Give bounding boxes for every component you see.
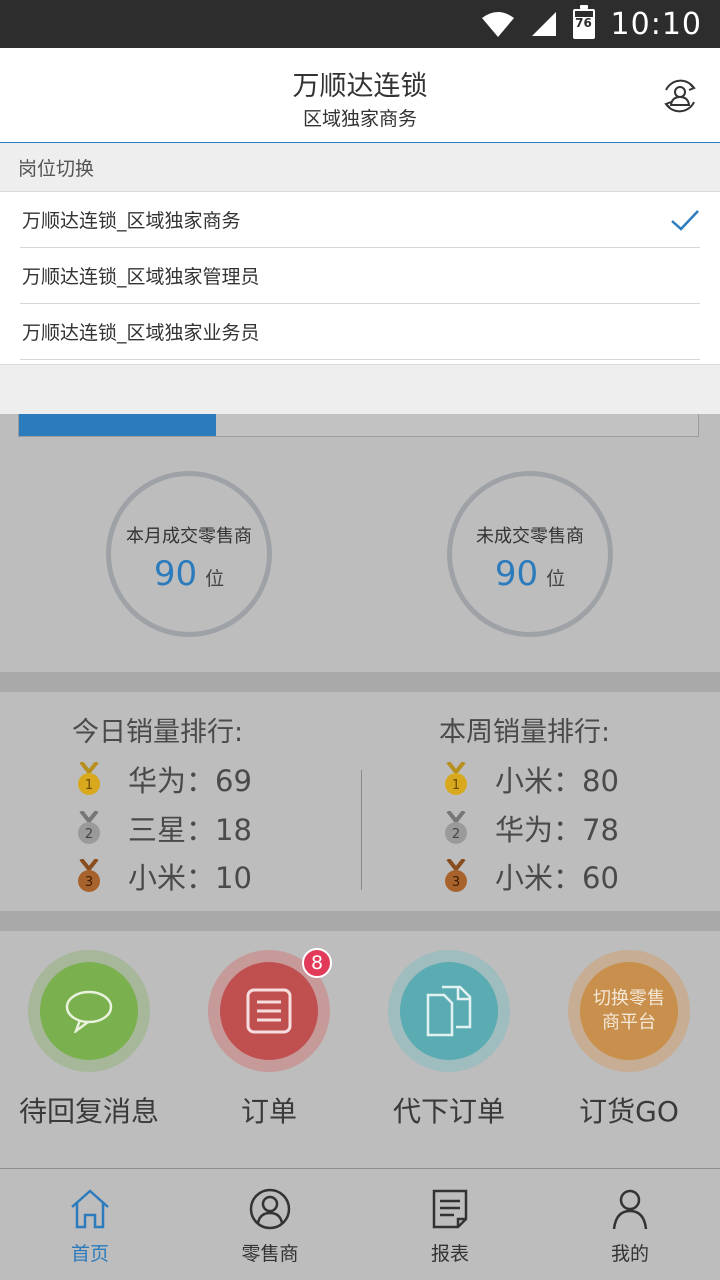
medal-number: 3	[452, 875, 460, 890]
week-ranking: 本周销量排行: 1 小米：80 2 华为：78 3 小米：60	[439, 710, 699, 900]
user-icon	[612, 1189, 648, 1230]
stat-unit: 位	[205, 568, 225, 590]
role-option-label: 万顺达连锁_区域独家管理员	[22, 266, 260, 288]
month-deal-stat[interactable]: 本月成交零售商 90 位	[106, 471, 272, 637]
button-core: 切换零售 商平台	[580, 962, 678, 1060]
role-option-label: 万顺达连锁_区域独家业务员	[22, 322, 260, 344]
core-line: 商平台	[602, 1012, 656, 1033]
role-switch-title: 岗位切换	[0, 143, 720, 192]
ranking-row: 3 小米：60	[443, 855, 619, 897]
gold-medal-icon: 1	[78, 762, 100, 795]
no-deal-stat[interactable]: 未成交零售商 90 位	[447, 471, 613, 637]
bronze-medal-icon: 3	[78, 859, 100, 892]
wifi-icon	[481, 12, 514, 37]
ranking-text: 小米：10	[128, 861, 252, 895]
bottom-nav: 首页 零售商 报表 我的	[0, 1168, 720, 1280]
role-option-business[interactable]: 万顺达连锁_区域独家商务	[20, 192, 700, 248]
switch-user-icon[interactable]	[660, 76, 700, 116]
stat-label: 本月成交零售商	[126, 526, 252, 547]
progress-bar	[18, 414, 699, 437]
role-subtitle[interactable]: 区域独家商务	[0, 104, 720, 131]
section-divider	[0, 672, 720, 692]
nav-reports[interactable]: 报表	[360, 1169, 540, 1280]
switch-platform-text: 切换零售 商平台	[593, 987, 665, 1035]
button-halo: 切换零售 商平台	[568, 950, 690, 1072]
ranking-text: 三星：18	[128, 813, 252, 847]
role-option-sales[interactable]: 万顺达连锁_区域独家业务员	[20, 304, 700, 360]
medal-number: 1	[452, 778, 460, 793]
ranking-row: 1 小米：80	[443, 758, 619, 800]
nav-label: 零售商	[241, 1243, 299, 1265]
button-label: 代下订单	[392, 1095, 505, 1128]
stat-value-wrap: 90 位	[452, 554, 608, 594]
signal-icon	[531, 12, 556, 36]
stat-value: 90	[494, 554, 539, 594]
stat-value-wrap: 90 位	[111, 554, 267, 594]
button-halo	[28, 950, 150, 1072]
ranking-text: 小米：60	[495, 861, 619, 895]
button-label: 待回复消息	[18, 1095, 159, 1128]
nav-label: 报表	[430, 1243, 469, 1265]
button-halo	[388, 950, 510, 1072]
ranking-row: 2 华为：78	[443, 807, 619, 849]
button-label: 订单	[240, 1095, 297, 1128]
silver-medal-icon: 2	[445, 811, 467, 844]
status-time: 10:10	[610, 6, 702, 42]
nav-home[interactable]: 首页	[0, 1169, 180, 1280]
section-divider	[0, 911, 720, 931]
button-label: 订货GO	[579, 1095, 679, 1128]
role-option-label: 万顺达连锁_区域独家商务	[22, 210, 241, 232]
bronze-medal-icon: 3	[445, 859, 467, 892]
button-core	[40, 962, 138, 1060]
ranking-text: 华为：78	[495, 813, 619, 847]
documents-icon	[426, 985, 472, 1037]
medal-number: 2	[452, 827, 460, 842]
button-halo: 8	[208, 948, 332, 1072]
chat-bubble-icon	[65, 990, 113, 1033]
orders-badge: 8	[302, 948, 332, 978]
ranking-text: 小米：80	[495, 764, 619, 798]
role-switch-menu: 岗位切换 万顺达连锁_区域独家商务 万顺达连锁_区域独家管理员 万顺达连锁_区域…	[0, 143, 720, 414]
medal-number: 1	[85, 778, 93, 793]
nav-label: 我的	[610, 1243, 649, 1265]
nav-retailers[interactable]: 零售商	[180, 1169, 360, 1280]
battery-icon: 76	[572, 5, 595, 39]
status-bar: 76 10:10	[0, 0, 720, 48]
checkmark-icon	[671, 209, 699, 231]
ranking-text: 华为：69	[128, 764, 252, 798]
company-title: 万顺达连锁	[292, 71, 428, 102]
proxy-order-button[interactable]: 代下订单	[388, 950, 510, 1128]
silver-medal-icon: 2	[78, 811, 100, 844]
week-ranking-title: 本周销量排行:	[439, 717, 611, 748]
report-icon	[432, 1189, 468, 1229]
ranking-row: 3 小米：10	[76, 855, 252, 897]
medal-number: 2	[85, 827, 93, 842]
nav-mine[interactable]: 我的	[540, 1169, 720, 1280]
home-icon	[71, 1189, 109, 1229]
battery-level: 76	[575, 16, 592, 30]
gold-medal-icon: 1	[445, 762, 467, 795]
pending-messages-button[interactable]: 待回复消息	[19, 950, 159, 1128]
button-core	[400, 962, 498, 1060]
stat-label: 未成交零售商	[476, 526, 584, 547]
app-header: 万顺达连锁 区域独家商务	[0, 48, 720, 143]
today-ranking: 今日销量排行: 1 华为：69 2 三星：18 3 小米：10	[72, 710, 332, 900]
ranking-divider	[361, 770, 362, 890]
core-line: 切换零售	[593, 988, 665, 1009]
order-list-icon	[246, 988, 292, 1034]
nav-label: 首页	[70, 1243, 109, 1265]
ranking-row: 1 华为：69	[76, 758, 252, 800]
today-ranking-title: 今日销量排行:	[72, 717, 244, 748]
ranking-row: 2 三星：18	[76, 807, 252, 849]
stat-value: 90	[153, 554, 198, 594]
order-go-button[interactable]: 切换零售 商平台 订货GO	[568, 950, 690, 1128]
retailer-icon	[249, 1188, 291, 1230]
stat-unit: 位	[546, 568, 566, 590]
role-option-admin[interactable]: 万顺达连锁_区域独家管理员	[20, 248, 700, 304]
medal-number: 3	[85, 875, 93, 890]
orders-button[interactable]: 8 订单	[208, 948, 332, 1128]
menu-footer	[0, 364, 720, 414]
progress-fill	[19, 414, 216, 436]
button-core	[220, 962, 318, 1060]
